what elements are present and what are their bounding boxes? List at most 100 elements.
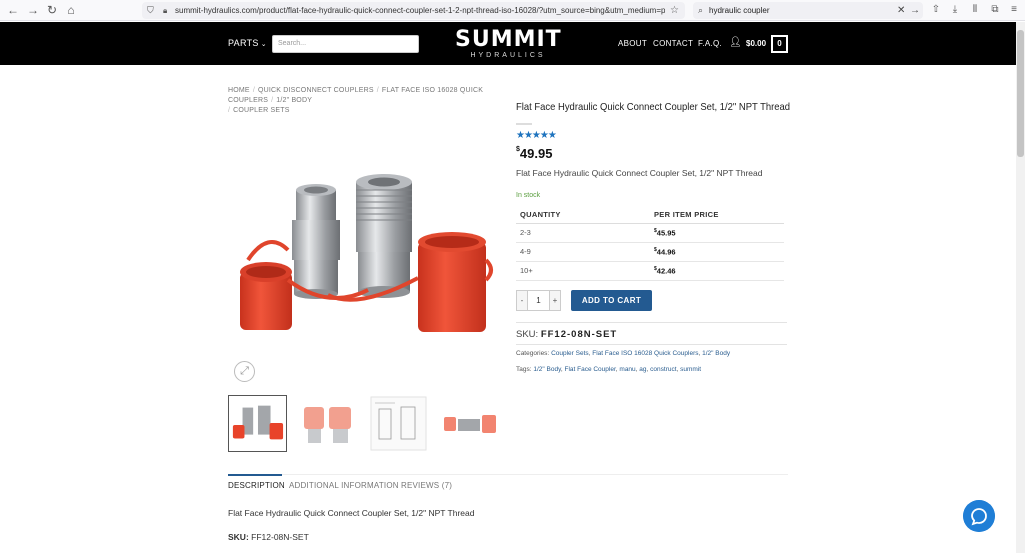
- tab-reviews[interactable]: REVIEWS (7): [401, 481, 452, 490]
- categories-line: Categories: Coupler Sets, Flat Face ISO …: [516, 350, 731, 357]
- table-header-row: QUANTITY PER ITEM PRICE: [516, 206, 784, 224]
- table-row: 10+ $42.46: [516, 261, 784, 281]
- shield-icon[interactable]: ⛉: [147, 2, 154, 19]
- downloads-icon[interactable]: ⤓: [948, 3, 962, 17]
- product-main-image[interactable]: [228, 160, 500, 350]
- forward-icon[interactable]: →: [25, 2, 41, 18]
- menu-icon[interactable]: ≡: [1007, 3, 1021, 17]
- cart-count-badge[interactable]: 0: [771, 35, 788, 53]
- row-price: $44.96: [650, 242, 784, 262]
- bookmark-star-icon[interactable]: ☆: [670, 2, 679, 19]
- breadcrumb-separator: /: [228, 107, 231, 114]
- quantity-decrease-button[interactable]: -: [516, 290, 528, 311]
- breadcrumb-half-inch-body[interactable]: 1/2" BODY: [276, 97, 312, 104]
- sku-label: SKU:: [516, 329, 539, 340]
- table-row: 4-9 $44.96: [516, 242, 784, 262]
- search-icon: ⌕: [698, 5, 704, 15]
- row-price-value: 45.95: [656, 228, 676, 238]
- breadcrumb-separator: /: [376, 87, 379, 94]
- table-row: 2-3 $45.95: [516, 223, 784, 243]
- breadcrumb-separator: /: [271, 97, 274, 104]
- thumbnail-4[interactable]: [440, 395, 499, 452]
- quantity-input[interactable]: 1: [528, 290, 549, 311]
- back-icon[interactable]: ←: [5, 2, 21, 18]
- description-sku-value: FF12-08N-SET: [251, 532, 309, 542]
- product-title: Flat Face Hydraulic Quick Connect Couple…: [516, 101, 791, 113]
- logo-wordmark: SUMMIT: [455, 27, 562, 52]
- row-qty: 4-9: [516, 242, 650, 262]
- stock-status: In stock: [516, 192, 541, 199]
- nav-faq[interactable]: F.A.Q.: [698, 39, 722, 48]
- cart-total[interactable]: $0.00: [746, 39, 766, 48]
- category-link[interactable]: Flat Face ISO 16028 Quick Couplers: [592, 350, 698, 357]
- chat-widget-button[interactable]: [963, 500, 995, 532]
- tab-description[interactable]: DESCRIPTION: [228, 481, 285, 490]
- logo-subtitle: HYDRAULICS: [470, 52, 546, 59]
- tag-link[interactable]: manu: [619, 366, 635, 373]
- browser-search-input[interactable]: ⌕ hydraulic coupler ✕ →: [693, 2, 923, 19]
- row-price-value: 42.46: [656, 266, 676, 276]
- tag-link[interactable]: construct: [650, 366, 676, 373]
- quantity-increase-button[interactable]: +: [549, 290, 561, 311]
- tags-label: Tags:: [516, 366, 532, 373]
- thumbnail-3[interactable]: [369, 395, 428, 452]
- clear-search-icon[interactable]: ✕: [897, 2, 905, 19]
- sku-value: FF12-08N-SET: [540, 329, 618, 340]
- page-scrollbar-thumb[interactable]: [1017, 30, 1024, 157]
- sku-line: SKU: FF12-08N-SET: [516, 329, 617, 340]
- breadcrumb-separator: /: [252, 87, 255, 94]
- category-link[interactable]: Coupler Sets: [551, 350, 589, 357]
- parts-menu-label: PARTS: [228, 38, 259, 48]
- summit-logo[interactable]: SUMMIT HYDRAULICS: [455, 28, 561, 60]
- pocket-icon[interactable]: ⇧: [929, 3, 943, 17]
- price-amount: 49.95: [519, 146, 553, 161]
- tabs-rule: [228, 474, 788, 475]
- category-link[interactable]: 1/2" Body: [702, 350, 730, 357]
- active-tab-indicator: [228, 474, 282, 476]
- short-description: Flat Face Hydraulic Quick Connect Couple…: [516, 168, 763, 178]
- tag-link[interactable]: 1/2" Body: [533, 366, 560, 373]
- description-text: Flat Face Hydraulic Quick Connect Couple…: [228, 508, 475, 518]
- address-bar[interactable]: ⛉ 🔒︎ summit-hydraulics.com/product/flat-…: [142, 2, 685, 19]
- zoom-image-icon[interactable]: ⤢: [234, 361, 255, 382]
- account-icon[interactable]: 👤︎: [729, 37, 742, 48]
- table-header-quantity: QUANTITY: [516, 206, 650, 224]
- browser-toolbar: ← → ↻ ⌂ ⛉ 🔒︎ summit-hydraulics.com/produ…: [0, 0, 1025, 21]
- parts-menu[interactable]: PARTS ⌄: [228, 38, 267, 48]
- description-sku: SKU: FF12-08N-SET: [228, 532, 309, 542]
- breadcrumb-coupler-sets[interactable]: COUPLER SETS: [233, 107, 289, 114]
- home-icon[interactable]: ⌂: [63, 2, 79, 18]
- thumbnail-2[interactable]: [298, 395, 357, 452]
- lock-icon[interactable]: 🔒︎: [163, 2, 167, 19]
- row-price-value: 44.96: [656, 247, 676, 257]
- nav-about[interactable]: ABOUT: [618, 39, 647, 48]
- site-header: PARTS ⌄ Search... SUMMIT HYDRAULICS ABOUT…: [0, 22, 1016, 65]
- nav-contact[interactable]: CONTACT: [653, 39, 693, 48]
- browser-search-query[interactable]: hydraulic coupler: [709, 2, 769, 19]
- title-divider: [516, 123, 532, 125]
- rating-stars[interactable]: ★★★★★: [516, 130, 557, 141]
- thumbnail-1[interactable]: [228, 395, 287, 452]
- row-qty: 10+: [516, 261, 650, 281]
- tags-line: Tags: 1/2" Body, Flat Face Coupler, manu…: [516, 366, 702, 373]
- row-price: $42.46: [650, 261, 784, 281]
- chevron-down-icon: ⌄: [260, 41, 267, 48]
- url-text[interactable]: summit-hydraulics.com/product/flat-face-…: [175, 2, 665, 19]
- tag-link[interactable]: summit: [680, 366, 701, 373]
- site-search-input[interactable]: Search...: [272, 35, 419, 53]
- tag-link[interactable]: ag: [639, 366, 646, 373]
- library-icon[interactable]: ⫴: [968, 3, 982, 17]
- description-sku-label: SKU:: [228, 532, 249, 542]
- row-price: $45.95: [650, 223, 784, 243]
- tab-additional-information[interactable]: ADDITIONAL INFORMATION: [289, 481, 399, 490]
- quantity-price-table: QUANTITY PER ITEM PRICE 2-3 $45.95 4-9 $…: [516, 206, 784, 281]
- breadcrumb-home[interactable]: HOME: [228, 87, 250, 94]
- search-go-icon[interactable]: →: [910, 2, 920, 19]
- table-header-price: PER ITEM PRICE: [650, 206, 784, 224]
- breadcrumb-quick-disconnect[interactable]: QUICK DISCONNECT COUPLERS: [258, 87, 374, 94]
- extensions-icon[interactable]: ⧉: [988, 3, 1002, 17]
- reload-icon[interactable]: ↻: [44, 2, 60, 18]
- tag-link[interactable]: Flat Face Coupler: [564, 366, 615, 373]
- breadcrumb: HOME / QUICK DISCONNECT COUPLERS / FLAT FACE…: [228, 86, 508, 116]
- add-to-cart-button[interactable]: ADD TO CART: [571, 290, 652, 311]
